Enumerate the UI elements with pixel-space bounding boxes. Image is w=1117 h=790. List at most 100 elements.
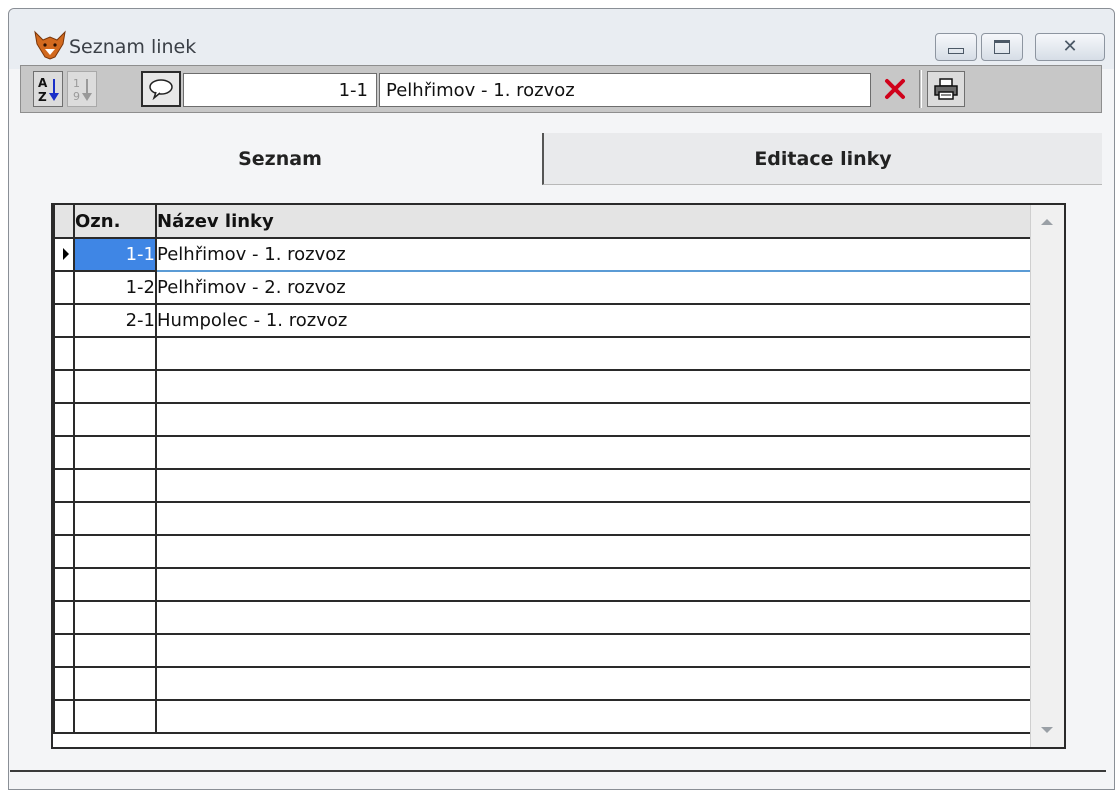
cell-name[interactable] — [155, 634, 1032, 668]
row-indicator — [53, 337, 75, 371]
table-row[interactable] — [53, 535, 1032, 569]
grid-header-row: Ozn. Název linky — [53, 205, 1032, 239]
red-x-icon — [885, 79, 905, 99]
row-indicator — [53, 535, 75, 569]
scroll-down-button[interactable] — [1033, 715, 1061, 745]
grid-table: Ozn. Název linky 1-1 Pelhřimov - 1. rozv… — [53, 205, 1032, 734]
table-row[interactable] — [53, 337, 1032, 371]
svg-text:A: A — [38, 76, 48, 90]
delete-button[interactable] — [877, 71, 913, 107]
table-row[interactable]: 2-1 Humpolec - 1. rozvoz — [53, 304, 1032, 338]
table-row[interactable] — [53, 403, 1032, 437]
row-indicator — [53, 403, 75, 437]
column-header-name[interactable]: Název linky — [155, 205, 1032, 239]
scroll-up-button[interactable] — [1033, 207, 1061, 237]
cell-code[interactable] — [73, 403, 157, 437]
print-button[interactable] — [927, 71, 965, 107]
cell-code[interactable] — [73, 436, 157, 470]
table-row[interactable] — [53, 436, 1032, 470]
svg-text:1: 1 — [73, 77, 80, 90]
minimize-button[interactable] — [935, 33, 977, 61]
svg-text:Z: Z — [38, 90, 47, 103]
cell-code[interactable] — [73, 634, 157, 668]
cell-name[interactable] — [155, 535, 1032, 569]
sort-19-icon: 1 9 — [73, 77, 92, 103]
cell-code[interactable] — [73, 370, 157, 404]
cell-name[interactable] — [155, 667, 1032, 701]
table-row[interactable] — [53, 469, 1032, 503]
column-header-code[interactable]: Ozn. — [73, 205, 157, 239]
table-row[interactable] — [53, 502, 1032, 536]
cell-name[interactable] — [155, 601, 1032, 635]
row-indicator — [53, 568, 75, 602]
minimize-icon — [948, 48, 964, 54]
cell-name[interactable] — [155, 469, 1032, 503]
line-code-field[interactable]: 1-1 — [183, 73, 377, 107]
cell-code[interactable] — [73, 469, 157, 503]
table-row[interactable]: 1-2 Pelhřimov - 2. rozvoz — [53, 271, 1032, 305]
maximize-icon — [994, 40, 1010, 54]
cell-code[interactable]: 1-2 — [73, 271, 157, 305]
cell-code[interactable] — [73, 535, 157, 569]
table-row[interactable] — [53, 370, 1032, 404]
cell-name[interactable] — [155, 700, 1032, 734]
row-indicator — [53, 601, 75, 635]
line-name-field[interactable]: Pelhřimov - 1. rozvoz — [379, 73, 871, 107]
window-title: Seznam linek — [69, 36, 197, 58]
close-icon: ✕ — [1062, 36, 1078, 57]
tab-strip: Seznam Editace linky — [20, 133, 1102, 185]
row-indicator — [53, 502, 75, 536]
cell-name[interactable]: Humpolec - 1. rozvoz — [155, 304, 1032, 338]
arrow-up-icon — [1041, 219, 1053, 225]
cell-code[interactable] — [73, 337, 157, 371]
printer-icon — [934, 78, 958, 100]
table-row[interactable] — [53, 634, 1032, 668]
speech-bubble-icon — [149, 79, 173, 100]
cell-name[interactable] — [155, 436, 1032, 470]
row-indicator — [53, 436, 75, 470]
row-indicator — [53, 469, 75, 503]
vertical-scrollbar[interactable] — [1030, 205, 1064, 747]
tab-seznam[interactable]: Seznam — [20, 133, 540, 185]
cell-code[interactable] — [73, 601, 157, 635]
cell-name[interactable] — [155, 337, 1032, 371]
maximize-button[interactable] — [981, 33, 1023, 61]
svg-text:9: 9 — [73, 90, 80, 103]
table-row[interactable] — [53, 601, 1032, 635]
cell-code[interactable]: 2-1 — [73, 304, 157, 338]
cell-code[interactable] — [73, 568, 157, 602]
cell-code[interactable] — [73, 667, 157, 701]
row-indicator — [53, 271, 75, 305]
cell-name[interactable] — [155, 403, 1032, 437]
main-window: Seznam linek ✕ A Z 1 9 1-1 Pelhřimov - 1… — [8, 8, 1115, 790]
row-indicator — [53, 304, 75, 338]
table-row[interactable]: 1-1 Pelhřimov - 1. rozvoz — [53, 238, 1032, 272]
close-button[interactable]: ✕ — [1035, 33, 1105, 61]
fox-app-icon — [34, 30, 66, 60]
row-indicator — [53, 370, 75, 404]
cell-name[interactable]: Pelhřimov - 1. rozvoz — [155, 238, 1032, 272]
sort-az-icon: A Z — [38, 76, 59, 103]
cell-code[interactable] — [73, 502, 157, 536]
cell-code[interactable]: 1-1 — [73, 238, 157, 272]
toolbar: A Z 1 9 1-1 Pelhřimov - 1. rozvoz — [20, 65, 1102, 113]
cell-name[interactable] — [155, 370, 1032, 404]
lines-grid: Ozn. Název linky 1-1 Pelhřimov - 1. rozv… — [51, 203, 1066, 749]
sort-alphabetical-button[interactable]: A Z — [33, 71, 63, 107]
cell-name[interactable] — [155, 568, 1032, 602]
cell-code[interactable] — [73, 700, 157, 734]
cell-name[interactable]: Pelhřimov - 2. rozvoz — [155, 271, 1032, 305]
toolbar-separator — [919, 70, 922, 108]
table-row[interactable] — [53, 667, 1032, 701]
sort-numeric-button[interactable]: 1 9 — [67, 71, 97, 107]
table-row[interactable] — [53, 700, 1032, 734]
table-row[interactable] — [53, 568, 1032, 602]
cell-name[interactable] — [155, 502, 1032, 536]
indicator-header — [53, 205, 75, 239]
title-bar: Seznam linek ✕ — [9, 9, 1114, 69]
row-indicator — [53, 238, 75, 272]
comment-button[interactable] — [141, 71, 181, 107]
arrow-down-icon — [1041, 727, 1053, 733]
status-divider — [10, 770, 1106, 775]
tab-editace-linky[interactable]: Editace linky — [542, 133, 1102, 185]
